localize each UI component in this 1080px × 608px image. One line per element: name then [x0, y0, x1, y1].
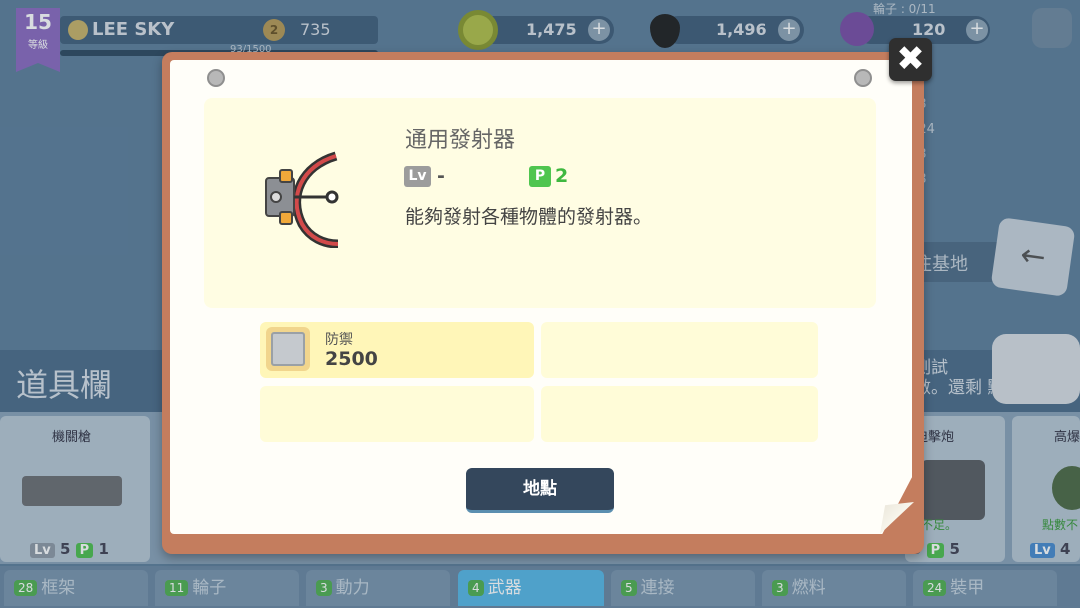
stat-cell-empty — [541, 322, 818, 378]
launcher-icon — [265, 151, 339, 248]
stat-cell-empty — [541, 386, 818, 442]
item-title: 通用發射器 — [405, 128, 516, 153]
location-button[interactable]: 地點 — [466, 468, 614, 513]
pin-right-icon — [854, 69, 872, 87]
armor-plate-icon — [266, 327, 310, 371]
p-badge-icon: P — [529, 166, 551, 187]
stat-cell-empty — [260, 386, 534, 442]
item-description: 能夠發射各種物體的發射器。 — [405, 206, 653, 228]
stat-value: 2500 — [325, 348, 378, 370]
lv-value: - — [437, 165, 445, 187]
p-value: 2 — [555, 165, 569, 187]
pin-left-icon — [207, 69, 225, 87]
close-button[interactable]: ✖ — [889, 38, 932, 81]
lv-badge-icon: Lv — [404, 166, 431, 187]
stat-label: 防禦 — [325, 332, 353, 348]
